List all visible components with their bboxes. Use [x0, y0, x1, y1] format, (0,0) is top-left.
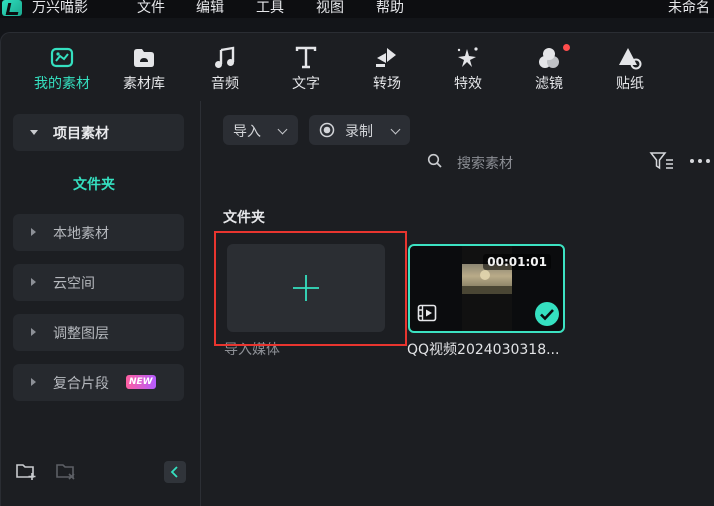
sidebar-item-label: 云空间 — [53, 276, 95, 292]
sidebar-item-label: 项目素材 — [53, 126, 109, 142]
filter-sort-icon[interactable] — [649, 150, 675, 172]
sidebar-item-adjustment-layer[interactable]: 调整图层 — [13, 314, 184, 351]
media-toolbar: 我的素材 素材库 音频 文字 转场 特效 滤镜 贴纸 — [1, 33, 714, 101]
sidebar-item-folder[interactable]: 文件夹 — [73, 174, 115, 194]
notification-dot — [563, 44, 570, 51]
menu-edit[interactable]: 编辑 — [196, 0, 224, 16]
app-logo-icon — [2, 0, 22, 16]
tab-effects[interactable]: 特效 — [433, 45, 503, 97]
tab-audio[interactable]: 音频 — [190, 45, 260, 97]
stock-media-icon — [134, 49, 154, 67]
project-name: 未命名 — [668, 0, 710, 16]
sidebar-item-label: 复合片段 — [53, 376, 109, 392]
media-sidebar: 项目素材 文件夹 本地素材 云空间 调整图层 复合片段 NEW — [1, 101, 201, 506]
media-clip-card[interactable]: 00:01:01 — [408, 244, 565, 333]
collapse-sidebar-button[interactable] — [164, 461, 186, 483]
tab-label: 文字 — [292, 76, 320, 92]
new-folder-icon[interactable] — [15, 461, 37, 481]
chevron-right-icon — [31, 228, 36, 236]
more-options-icon[interactable] — [689, 157, 711, 165]
sidebar-item-project-media[interactable]: 项目素材 — [13, 114, 184, 151]
chevron-right-icon — [31, 378, 36, 386]
transition-icon — [376, 48, 396, 67]
tab-transitions[interactable]: 转场 — [352, 45, 422, 97]
tab-label: 滤镜 — [535, 76, 563, 92]
my-media-icon — [50, 47, 74, 68]
chevron-left-icon — [170, 466, 178, 478]
record-dropdown-label: 录制 — [345, 124, 373, 140]
media-content: 导入 录制 搜索素材 文件夹 导入媒体 00:01:01 QQ视频2024030… — [202, 101, 714, 506]
tab-label: 我的素材 — [34, 76, 90, 92]
check-circle-icon — [535, 302, 559, 326]
film-icon — [417, 304, 437, 322]
sidebar-item-cloud-space[interactable]: 云空间 — [13, 264, 184, 301]
import-dropdown[interactable]: 导入 — [223, 115, 298, 145]
title-bar: 万兴喵影 文件 编辑 工具 视图 帮助 未命名 — [0, 0, 714, 18]
chevron-right-icon — [31, 278, 36, 286]
sidebar-item-compound-clip[interactable]: 复合片段 NEW — [13, 364, 184, 401]
import-media-card[interactable] — [227, 244, 385, 332]
tab-label: 转场 — [373, 76, 401, 92]
record-icon — [319, 122, 335, 138]
tab-stock-media[interactable]: 素材库 — [109, 45, 179, 97]
effects-icon — [457, 47, 478, 67]
delete-folder-icon[interactable] — [55, 461, 77, 481]
clip-name: QQ视频2024030318... — [407, 342, 560, 358]
import-media-label: 导入媒体 — [224, 342, 280, 358]
new-badge: NEW — [126, 375, 156, 389]
tab-label: 贴纸 — [616, 76, 644, 92]
sidebar-item-label: 本地素材 — [53, 226, 109, 242]
sidebar-item-label: 调整图层 — [53, 326, 109, 342]
menu-tools[interactable]: 工具 — [256, 0, 284, 16]
app-name: 万兴喵影 — [32, 0, 88, 16]
menu-file[interactable]: 文件 — [137, 0, 165, 16]
tab-label: 特效 — [454, 76, 482, 92]
tab-stickers[interactable]: 贴纸 — [595, 45, 665, 97]
text-icon — [295, 46, 317, 69]
audio-icon — [215, 46, 235, 68]
clip-duration: 00:01:01 — [483, 254, 551, 270]
filters-icon — [539, 48, 559, 68]
section-title: 文件夹 — [223, 210, 265, 226]
import-dropdown-label: 导入 — [233, 124, 261, 140]
tab-text[interactable]: 文字 — [271, 45, 341, 97]
main-window: 我的素材 素材库 音频 文字 转场 特效 滤镜 贴纸 项目素材 文件夹 本地素材… — [0, 32, 714, 506]
chevron-down-icon — [277, 124, 288, 135]
chevron-down-icon — [30, 130, 38, 135]
tab-my-media[interactable]: 我的素材 — [27, 45, 97, 97]
tab-label: 素材库 — [123, 76, 165, 92]
record-dropdown[interactable]: 录制 — [309, 115, 410, 145]
chevron-right-icon — [31, 328, 36, 336]
tab-filters[interactable]: 滤镜 — [514, 44, 584, 97]
stickers-icon — [619, 48, 642, 70]
chevron-down-icon — [390, 124, 401, 135]
search-icon — [427, 153, 442, 168]
search-input[interactable]: 搜索素材 — [457, 153, 513, 173]
sidebar-item-local-media[interactable]: 本地素材 — [13, 214, 184, 251]
menu-view[interactable]: 视图 — [316, 0, 344, 16]
tab-label: 音频 — [211, 76, 239, 92]
menu-help[interactable]: 帮助 — [376, 0, 404, 16]
plus-icon — [293, 275, 319, 301]
